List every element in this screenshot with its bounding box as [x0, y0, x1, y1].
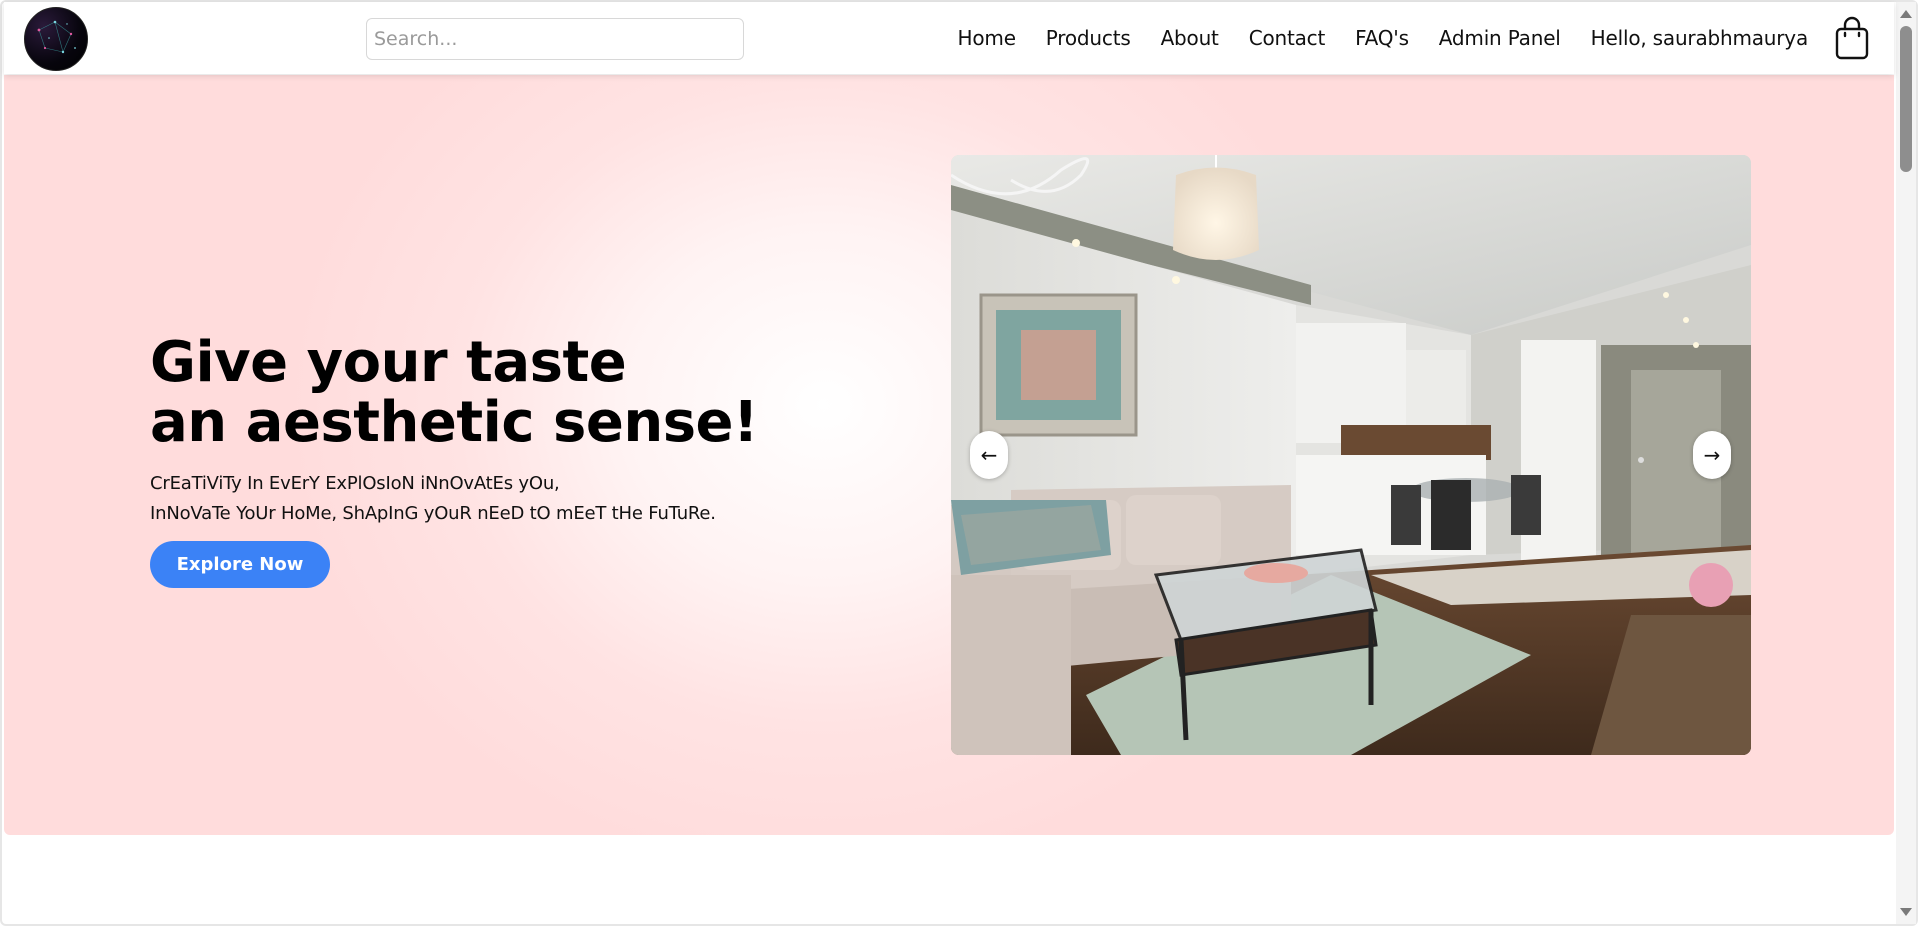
explore-now-button[interactable]: Explore Now	[150, 541, 330, 588]
nav-home-link[interactable]: Home	[958, 26, 1016, 50]
hero-subtitle: CrEaTiViTy In EvErY ExPlOsIoN iNnOvAtEs …	[150, 469, 758, 529]
hero-subtitle-line-1: CrEaTiViTy In EvErY ExPlOsIoN iNnOvAtEs …	[150, 473, 560, 494]
carousel-next-button[interactable]: →	[1693, 431, 1731, 479]
nav-contact-link[interactable]: Contact	[1249, 26, 1326, 50]
carousel-prev-button[interactable]: ←	[970, 431, 1008, 479]
hero-text: Give your taste an aesthetic sense! CrEa…	[150, 330, 759, 529]
nav-products-link[interactable]: Products	[1046, 26, 1131, 50]
nav-admin-panel-link[interactable]: Admin Panel	[1439, 26, 1561, 50]
shopping-bag-icon[interactable]	[1834, 16, 1870, 60]
search-input[interactable]	[366, 18, 744, 60]
hero-section: Give your taste an aesthetic sense! CrEa…	[4, 75, 1894, 835]
hero-title: Give your taste an aesthetic sense!	[150, 330, 759, 455]
nav-faq-link[interactable]: FAQ's	[1355, 26, 1409, 50]
nav-about-link[interactable]: About	[1161, 26, 1219, 50]
scroll-thumb[interactable]	[1900, 26, 1912, 172]
user-greeting-link[interactable]: Hello, saurabhmaurya	[1591, 26, 1809, 50]
nav-links: Home Products About Contact FAQ's Admin …	[958, 2, 1809, 74]
image-carousel: ← →	[951, 155, 1751, 755]
hero-subtitle-line-2: InNoVaTe YoUr HoMe, ShApInG yOuR nEeD tO…	[150, 503, 716, 524]
page-scrollbar[interactable]	[1896, 2, 1916, 924]
galaxy-logo-icon[interactable]	[24, 7, 88, 71]
scroll-down-arrow-icon[interactable]	[1900, 908, 1912, 916]
living-room-photo-icon	[951, 155, 1751, 755]
navbar: Home Products About Contact FAQ's Admin …	[4, 2, 1894, 74]
hero-title-line-2: an aesthetic sense!	[150, 390, 759, 455]
hero-title-line-1: Give your taste	[150, 330, 627, 395]
scroll-up-arrow-icon[interactable]	[1900, 10, 1912, 18]
